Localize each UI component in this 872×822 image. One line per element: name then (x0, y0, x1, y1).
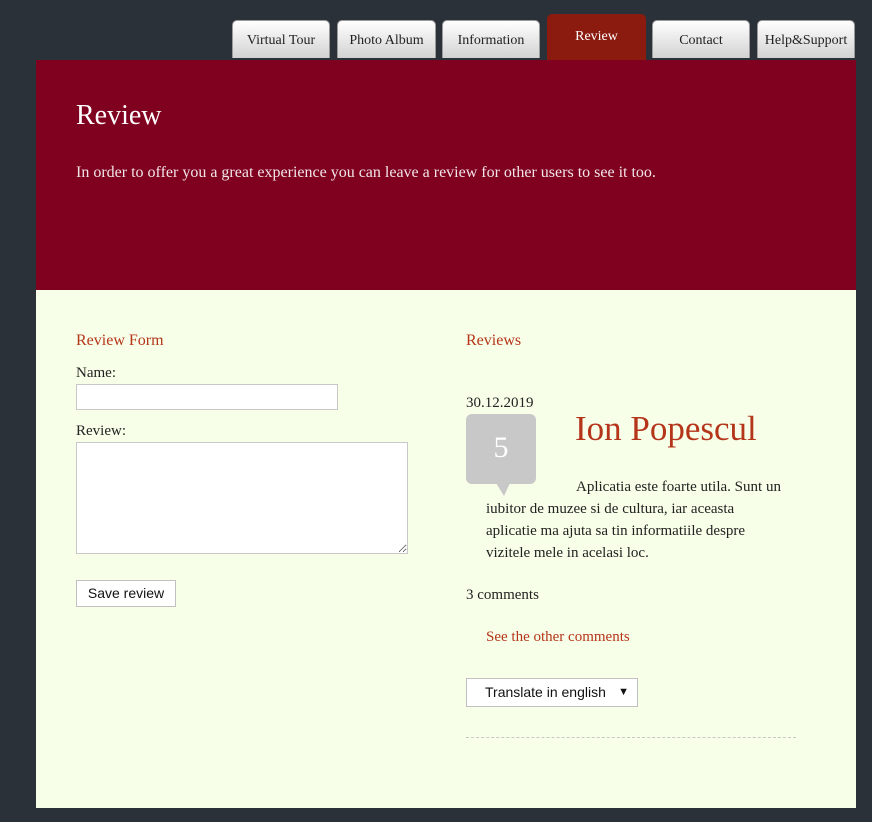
see-other-comments-link[interactable]: See the other comments (486, 629, 630, 646)
review-textarea[interactable] (76, 442, 408, 554)
name-label: Name: (76, 365, 116, 381)
tab-contact[interactable]: Contact (652, 20, 750, 58)
page-title: Review (76, 100, 162, 131)
review-date: 30.12.2019 (466, 395, 534, 411)
tab-review[interactable]: Review (547, 14, 646, 60)
page-subtitle: In order to offer you a great experience… (76, 164, 656, 181)
reviewer-name: Ion Popescul (575, 409, 757, 448)
translate-select-value: Translate in english (485, 684, 606, 700)
tab-virtual-tour[interactable]: Virtual Tour (232, 20, 330, 58)
main-navigation: Virtual Tour Photo Album Information Rev… (0, 14, 872, 60)
review-text: Aplicatia este foarte utila. Sunt un iub… (486, 479, 781, 561)
main-content: Review Form Name: Review: Save review Re… (36, 290, 856, 808)
name-input[interactable] (76, 384, 338, 410)
comments-count: 3 comments (466, 587, 539, 603)
translate-select[interactable]: Translate in english ▼ (466, 678, 638, 707)
save-review-button[interactable]: Save review (76, 580, 176, 607)
reviews-title: Reviews (466, 332, 522, 349)
page: Virtual Tour Photo Album Information Rev… (0, 0, 872, 822)
review-form-title: Review Form (76, 332, 164, 349)
tab-help-support[interactable]: Help&Support (757, 20, 855, 58)
page-header: Review In order to offer you a great exp… (36, 60, 856, 290)
rating-bubble: 5 (466, 414, 536, 484)
review-divider (466, 737, 796, 738)
review-label: Review: (76, 423, 126, 439)
dropdown-arrow-icon: ▼ (618, 686, 629, 698)
tab-photo-album[interactable]: Photo Album (337, 20, 436, 58)
tab-information[interactable]: Information (442, 20, 540, 58)
